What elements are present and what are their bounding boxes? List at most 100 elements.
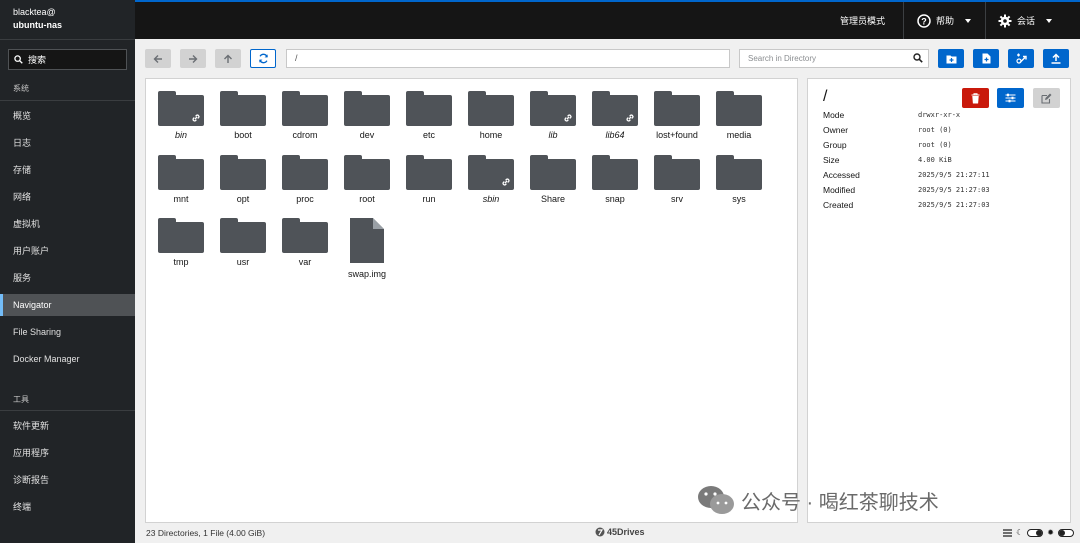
folder-item[interactable]: lib64 — [587, 91, 643, 140]
dark-mode-toggle[interactable] — [1027, 528, 1044, 537]
folder-item[interactable]: Share — [525, 155, 581, 204]
folder-icon — [716, 155, 762, 190]
back-button[interactable] — [145, 49, 171, 68]
sidebar-item-docker-manager[interactable]: Docker Manager — [0, 348, 135, 370]
property-value: 4.00 KiB — [918, 156, 952, 164]
brand-name: 45Drives — [607, 527, 645, 537]
folder-item[interactable]: run — [401, 155, 457, 204]
folder-icon — [468, 91, 514, 126]
admin-mode-button[interactable]: 管理员模式 — [840, 2, 885, 39]
properties-button[interactable] — [997, 88, 1024, 108]
sidebar-item-服务[interactable]: 服务 — [0, 267, 135, 289]
sidebar-item-终端[interactable]: 终端 — [0, 496, 135, 518]
folder-plus-icon — [946, 55, 956, 63]
help-menu[interactable]: ? 帮助 — [917, 2, 972, 39]
path-input[interactable]: / — [286, 49, 730, 68]
folder-item[interactable]: sys — [711, 155, 767, 204]
help-label: 帮助 — [936, 16, 955, 26]
sidebar-item-navigator[interactable]: Navigator — [0, 294, 135, 316]
brand-logo: 45Drives — [595, 527, 645, 537]
folder-item[interactable]: proc — [277, 155, 333, 204]
sidebar-item-虚拟机[interactable]: 虚拟机 — [0, 213, 135, 235]
forward-button[interactable] — [180, 49, 206, 68]
edit-button[interactable] — [1033, 88, 1060, 108]
folder-item[interactable]: etc — [401, 91, 457, 140]
sidebar-item-软件更新[interactable]: 软件更新 — [0, 415, 135, 437]
folder-icon — [592, 91, 638, 126]
list-view-icon[interactable] — [1003, 528, 1013, 537]
admin-mode-label: 管理员模式 — [840, 16, 886, 26]
folder-item[interactable]: bin — [153, 91, 209, 140]
property-row: Group root (0) — [823, 140, 1063, 155]
symlink-icon — [564, 114, 572, 122]
folder-icon — [654, 155, 700, 190]
property-value: 2025/9/5 21:27:03 — [918, 186, 990, 194]
sidebar-search[interactable]: 搜索 — [8, 49, 127, 70]
folder-item[interactable]: srv — [649, 155, 705, 204]
new-file-button[interactable] — [973, 49, 999, 68]
folder-icon — [530, 155, 576, 190]
folder-item[interactable]: mnt — [153, 155, 209, 204]
directory-search-input[interactable]: Search in Directory — [739, 49, 929, 68]
folder-icon — [282, 155, 328, 190]
folder-item[interactable]: root — [339, 155, 395, 204]
folder-item[interactable]: snap — [587, 155, 643, 204]
file-name-label: srv — [671, 194, 683, 204]
folder-icon — [282, 91, 328, 126]
folder-item[interactable]: home — [463, 91, 519, 140]
session-menu[interactable]: 会话 — [998, 2, 1053, 39]
sidebar-item-file-sharing[interactable]: File Sharing — [0, 321, 135, 343]
folder-item[interactable]: sbin — [463, 155, 519, 204]
file-name-label: snap — [605, 194, 625, 204]
folder-item[interactable]: usr — [215, 218, 271, 267]
folder-item[interactable]: var — [277, 218, 333, 267]
folder-icon — [220, 91, 266, 126]
sidebar-item-用户账户[interactable]: 用户账户 — [0, 240, 135, 262]
gear-icon — [998, 14, 1012, 27]
folder-item[interactable]: boot — [215, 91, 271, 140]
link-icon — [1016, 53, 1027, 64]
folder-icon — [158, 91, 204, 126]
upload-button[interactable] — [1043, 49, 1069, 68]
property-row: Mode drwxr-xr-x — [823, 110, 1063, 125]
sidebar-item-诊断报告[interactable]: 诊断报告 — [0, 469, 135, 491]
folder-item[interactable]: tmp — [153, 218, 209, 267]
folder-item[interactable]: lib — [525, 91, 581, 140]
folder-item[interactable]: media — [711, 91, 767, 140]
property-key: Size — [823, 155, 840, 165]
new-folder-button[interactable] — [938, 49, 964, 68]
file-name-label: Share — [540, 194, 566, 204]
directory-summary: 23 Directories, 1 File (4.00 GiB) — [146, 528, 266, 538]
file-name-label: etc — [422, 130, 435, 140]
session-label: 会话 — [1017, 16, 1036, 26]
folder-icon — [530, 91, 576, 126]
new-link-button[interactable] — [1008, 49, 1034, 68]
folder-item[interactable]: opt — [215, 155, 271, 204]
sidebar-item-日志[interactable]: 日志 — [0, 132, 135, 154]
hidden-files-toggle[interactable] — [1058, 528, 1074, 537]
sidebar-item-应用程序[interactable]: 应用程序 — [0, 442, 135, 464]
sidebar-item-概览[interactable]: 概览 — [0, 105, 135, 127]
wechat-icon — [698, 486, 734, 514]
delete-button[interactable] — [962, 88, 989, 108]
sidebar-search-label: 搜索 — [28, 55, 47, 65]
directory-search-placeholder: Search in Directory — [748, 54, 817, 63]
status-bar: 23 Directories, 1 File (4.00 GiB) 45Driv… — [135, 523, 1080, 543]
folder-item[interactable]: dev — [339, 91, 395, 140]
sidebar-item-网络[interactable]: 网络 — [0, 186, 135, 208]
property-value: root (0) — [918, 126, 952, 134]
property-key: Modified — [823, 185, 856, 195]
file-name-label: media — [726, 130, 752, 140]
file-grid: bin boot cdrom dev etc home lib lib64 lost+found… — [145, 78, 798, 523]
file-name-label: dev — [359, 130, 375, 140]
up-directory-button[interactable] — [215, 49, 241, 68]
sidebar-item-存储[interactable]: 存储 — [0, 159, 135, 181]
folder-item[interactable]: lost+found — [649, 91, 705, 140]
property-value: 2025/9/5 21:27:03 — [918, 201, 990, 209]
watermark: 公众号 · 喝红茶聊技术 — [697, 484, 939, 516]
folder-item[interactable]: cdrom — [277, 91, 333, 140]
folder-icon — [592, 155, 638, 190]
file-item[interactable]: swap.img — [339, 218, 395, 279]
refresh-button[interactable] — [250, 49, 276, 68]
arrow-left-icon — [153, 54, 162, 63]
